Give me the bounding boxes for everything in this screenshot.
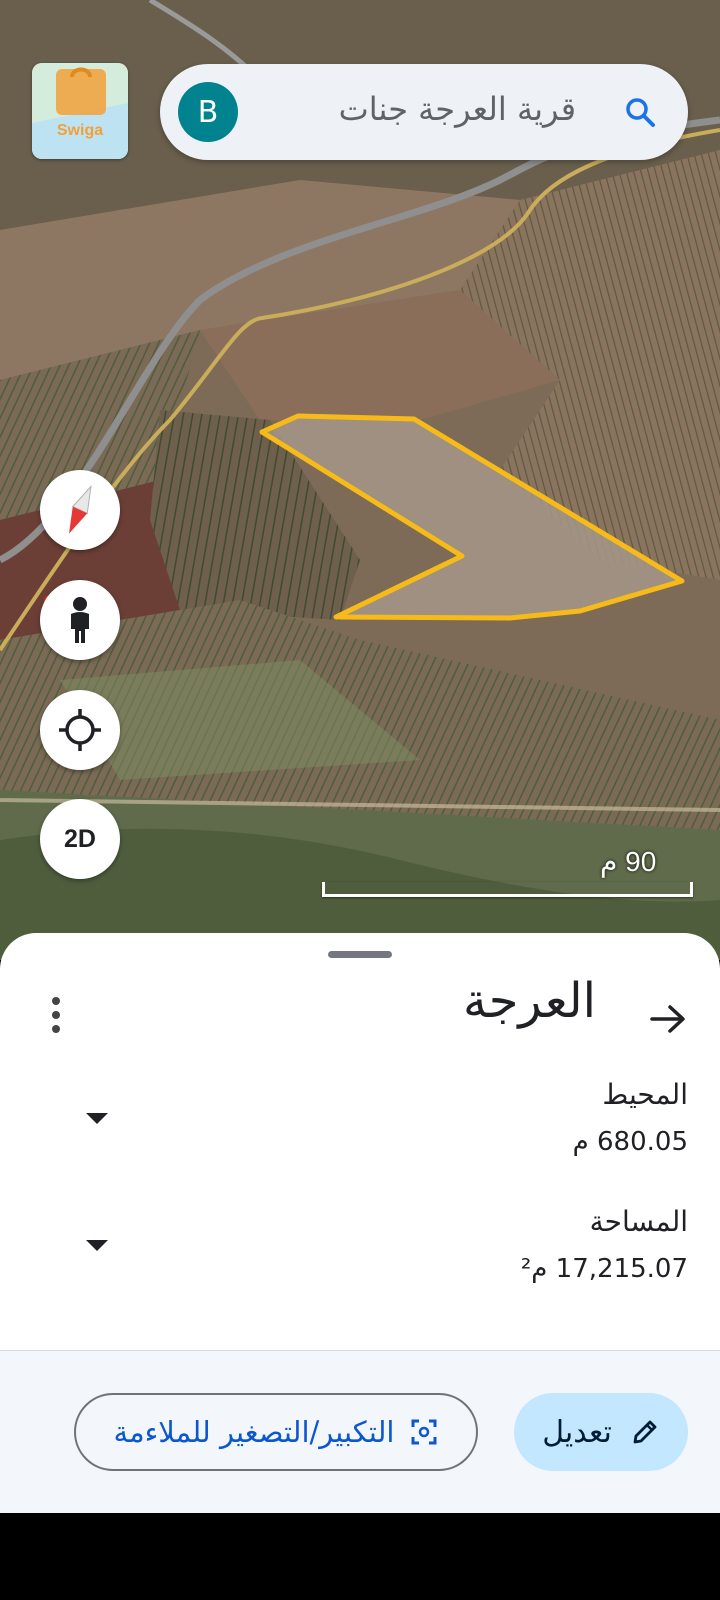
edit-label: تعديل (542, 1414, 612, 1450)
my-location-icon (59, 709, 101, 751)
scale-label: 90 م (600, 846, 657, 877)
place-title: العرجة (462, 973, 596, 1029)
search-bar[interactable]: B قرية العرجة جنات (160, 64, 688, 160)
avatar[interactable]: B (178, 82, 238, 142)
area-dropdown-icon[interactable] (86, 1240, 108, 1251)
my-location-button[interactable] (40, 690, 120, 770)
fit-zoom-button[interactable]: التكبير/التصغير للملاءمة (74, 1393, 478, 1471)
logo-icon: Swiga (32, 63, 128, 159)
compass-button[interactable] (40, 470, 120, 550)
pegman-icon (71, 597, 89, 643)
edit-button[interactable]: تعديل (514, 1393, 688, 1471)
street-view-button[interactable] (40, 580, 120, 660)
search-query[interactable]: قرية العرجة جنات (339, 90, 576, 128)
pencil-icon (633, 1420, 657, 1444)
arrow-back-icon[interactable] (648, 999, 688, 1039)
area-value: 17,215.07 م² (520, 1254, 688, 1284)
compass-icon (69, 484, 92, 534)
action-bar: التكبير/التصغير للملاءمة تعديل (0, 1350, 720, 1514)
app-logo: Swiga (32, 63, 128, 159)
perimeter-label: المحيط (602, 1078, 688, 1111)
system-nav-bar (0, 1513, 720, 1600)
toggle-2d-button[interactable]: 2D (40, 799, 120, 879)
svg-text:Swiga: Swiga (57, 122, 103, 139)
fit-screen-icon (411, 1419, 437, 1445)
more-vert-icon[interactable] (44, 991, 68, 1047)
avatar-letter: B (197, 94, 219, 130)
search-icon[interactable] (622, 94, 658, 130)
perimeter-dropdown-icon[interactable] (86, 1113, 108, 1124)
area-label: المساحة (589, 1205, 688, 1238)
drag-handle[interactable] (328, 951, 392, 958)
scale-bar (322, 882, 693, 897)
perimeter-value: 680.05 م (572, 1127, 688, 1157)
fit-zoom-label: التكبير/التصغير للملاءمة (113, 1415, 395, 1449)
